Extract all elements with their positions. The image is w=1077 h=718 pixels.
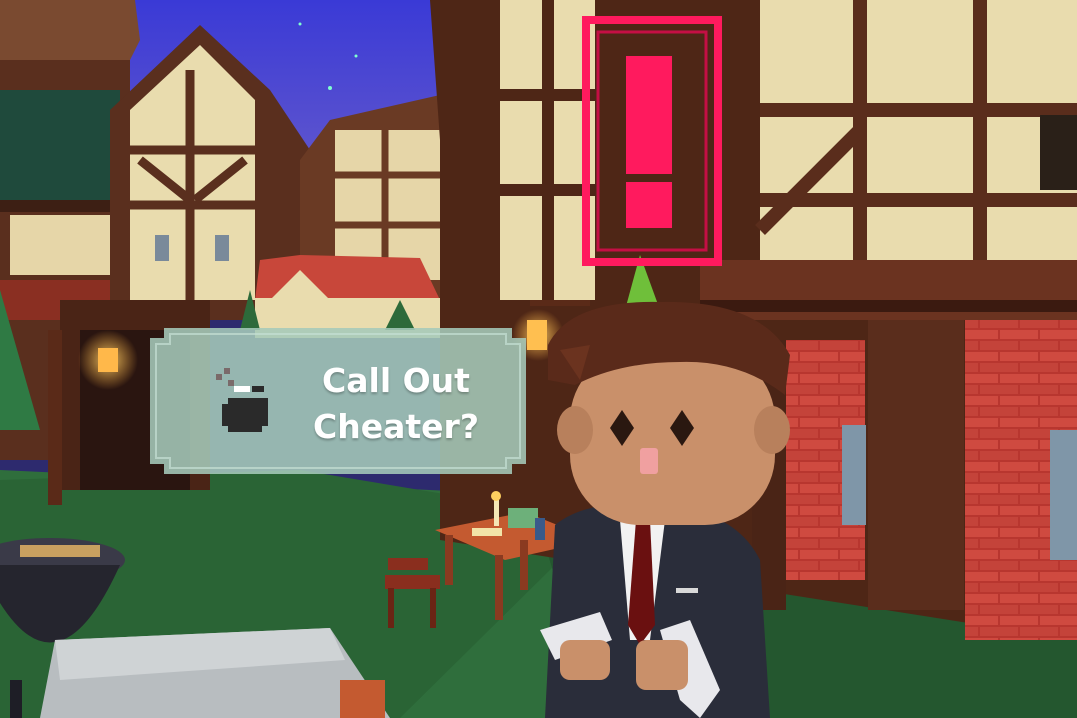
- bomb-icon: [216, 368, 268, 432]
- call-out-line-2: Cheater?: [313, 407, 479, 446]
- alert-marker: [582, 16, 722, 266]
- lamp-left: [98, 348, 118, 372]
- lamp-right: [527, 320, 547, 350]
- lamp-post-left: [48, 330, 62, 505]
- exclamation-icon: [582, 16, 722, 266]
- call-out-label: Call Out Cheater?: [296, 358, 496, 450]
- call-out-cheater-button[interactable]: Call Out Cheater?: [150, 328, 526, 474]
- call-out-line-1: Call Out: [322, 361, 470, 400]
